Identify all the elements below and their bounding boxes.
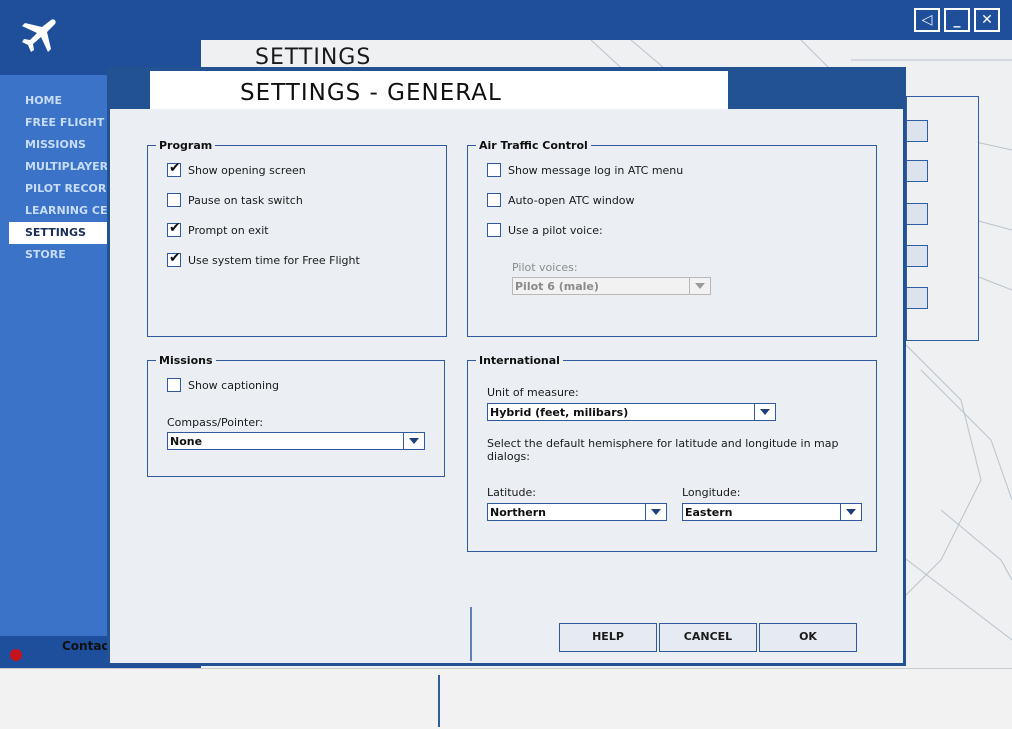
checkbox-icon [487, 163, 501, 177]
chevron-down-icon[interactable] [645, 504, 666, 520]
atc-legend: Air Traffic Control [479, 139, 588, 152]
checkbox-icon [167, 250, 181, 267]
chevron-down-icon[interactable] [403, 433, 424, 449]
window-controls: ◁ _ ✕ [914, 8, 1000, 32]
unit-of-measure-select[interactable]: Hybrid (feet, milibars) [487, 403, 776, 421]
pilot-voice-select: Pilot 6 (male) [512, 277, 711, 295]
dialog-title-bar: SETTINGS - GENERAL [150, 71, 728, 109]
logo-area [0, 0, 201, 75]
option-label: Use system time for Free Flight [188, 253, 360, 267]
checkbox-icon [487, 223, 501, 237]
select-value: Eastern [685, 506, 733, 519]
checkbox-icon [167, 220, 181, 237]
option-label: Prompt on exit [188, 223, 269, 237]
option-label: Show captioning [188, 378, 280, 392]
pause-on-task-switch-checkbox[interactable]: Pause on task switch [167, 193, 303, 207]
program-legend: Program [159, 139, 213, 152]
chevron-down-icon[interactable] [754, 404, 775, 420]
nav-settings[interactable]: SETTINGS [9, 222, 107, 244]
auto-open-atc-checkbox[interactable]: Auto-open ATC window [487, 193, 635, 207]
select-value: Hybrid (feet, milibars) [490, 406, 629, 419]
minimize-button[interactable]: _ [944, 8, 970, 32]
status-dot-icon [10, 649, 22, 661]
pilot-voices-label: Pilot voices: [512, 261, 578, 274]
option-label: Auto-open ATC window [508, 193, 635, 207]
cancel-button[interactable]: CANCEL [659, 623, 757, 652]
close-button[interactable]: ✕ [974, 8, 1000, 32]
select-value: Pilot 6 (male) [515, 280, 599, 293]
use-system-time-checkbox[interactable]: Use system time for Free Flight [167, 250, 360, 267]
international-legend: International [479, 354, 560, 367]
compass-select[interactable]: None [167, 432, 425, 450]
background-button[interactable] [906, 160, 928, 182]
latitude-label: Latitude: [487, 486, 536, 499]
select-value: Northern [490, 506, 546, 519]
divider [438, 675, 440, 727]
ok-button[interactable]: OK [759, 623, 857, 652]
chevron-down-icon[interactable] [840, 504, 861, 520]
use-pilot-voice-checkbox[interactable]: Use a pilot voice: [487, 223, 603, 237]
prompt-on-exit-checkbox[interactable]: Prompt on exit [167, 220, 269, 237]
contact-label: Contac [62, 639, 109, 653]
background-button[interactable] [906, 245, 928, 267]
sound-button[interactable]: ◁ [914, 8, 940, 32]
checkbox-icon [167, 193, 181, 207]
checkbox-icon [487, 193, 501, 207]
latitude-select[interactable]: Northern [487, 503, 667, 521]
longitude-select[interactable]: Eastern [682, 503, 862, 521]
nav-missions[interactable]: MISSIONS [9, 134, 109, 156]
background-button[interactable] [906, 120, 928, 142]
help-button[interactable]: HELP [559, 623, 657, 652]
settings-dialog: SETTINGS - GENERAL Program Show opening … [107, 67, 906, 666]
divider [470, 607, 472, 661]
option-label: Pause on task switch [188, 193, 303, 207]
nav-store[interactable]: STORE [9, 244, 109, 266]
hemisphere-description: Select the default hemisphere for latitu… [487, 437, 839, 463]
show-captioning-checkbox[interactable]: Show captioning [167, 378, 279, 392]
option-label: Show message log in ATC menu [508, 163, 684, 177]
unit-of-measure-label: Unit of measure: [487, 386, 579, 399]
airplane-logo-icon [22, 19, 56, 52]
compass-label: Compass/Pointer: [167, 416, 264, 429]
show-message-log-checkbox[interactable]: Show message log in ATC menu [487, 163, 683, 177]
chevron-down-icon [689, 278, 710, 294]
dialog-title: SETTINGS - GENERAL [240, 80, 502, 106]
select-value: None [170, 435, 203, 448]
nav-multiplayer[interactable]: MULTIPLAYER [9, 156, 109, 178]
option-label: Use a pilot voice: [508, 223, 603, 237]
nav-pilot-records[interactable]: PILOT RECORDS [9, 178, 109, 200]
option-label: Show opening screen [188, 163, 306, 177]
checkbox-icon [167, 378, 181, 392]
show-opening-screen-checkbox[interactable]: Show opening screen [167, 160, 306, 177]
nav-free-flight[interactable]: FREE FLIGHT [9, 112, 109, 134]
background-button[interactable] [906, 287, 928, 309]
bottom-strip [0, 668, 1012, 729]
longitude-label: Longitude: [682, 486, 741, 499]
nav-home[interactable]: HOME [9, 90, 109, 112]
checkbox-icon [167, 160, 181, 177]
background-button[interactable] [906, 203, 928, 225]
missions-legend: Missions [159, 354, 213, 367]
nav-learning-center[interactable]: LEARNING CENTER [9, 200, 109, 222]
